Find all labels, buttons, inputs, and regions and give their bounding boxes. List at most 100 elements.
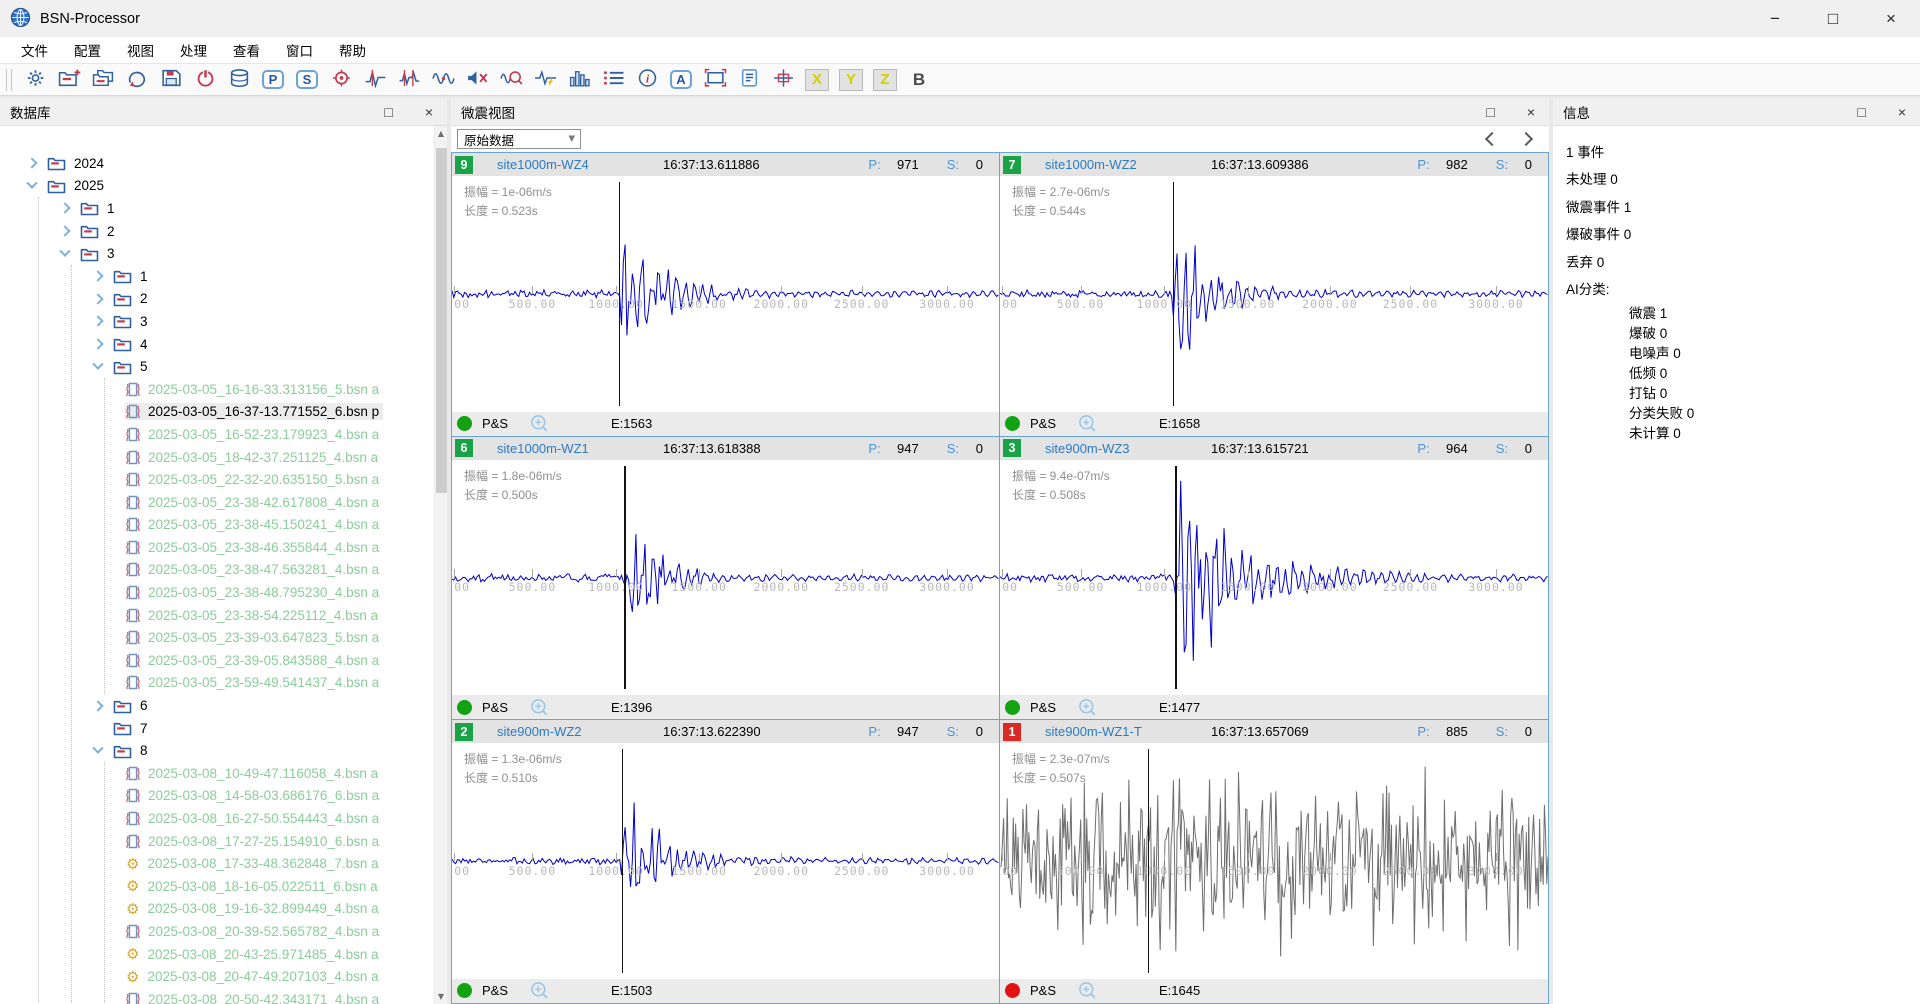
database-button[interactable] xyxy=(222,67,256,93)
pick-p-wave-button[interactable] xyxy=(358,67,392,93)
tree-folder[interactable]: 1 xyxy=(59,197,434,220)
chevron-collapsed-icon[interactable] xyxy=(59,203,70,214)
tree-file[interactable]: 2025-03-05_23-38-42.617808_4.bsn a xyxy=(125,491,434,514)
close-button[interactable]: × xyxy=(1862,0,1920,37)
p-pick-line[interactable] xyxy=(622,749,623,973)
axis-z-button[interactable]: Z xyxy=(868,67,902,93)
tree-file[interactable]: 2025-03-05_16-37-13.771552_6.bsn p xyxy=(125,401,434,424)
waveform-plot[interactable]: 振幅 = 2.7e-06m/s 长度 = 0.544s 00500.001000… xyxy=(1000,176,1548,412)
waveform-plot[interactable]: 振幅 = 1.8e-06m/s 长度 = 0.500s 00500.001000… xyxy=(452,460,999,696)
chevron-collapsed-icon[interactable] xyxy=(59,225,70,236)
save-report-button[interactable] xyxy=(154,67,188,93)
tree-folder[interactable]: 2025 xyxy=(26,175,434,198)
menu-item-config[interactable]: 配置 xyxy=(61,36,114,64)
ps-toggle[interactable]: P&S xyxy=(1030,700,1056,715)
tree-file[interactable]: 2025-03-05_16-52-23.179923_4.bsn a xyxy=(125,423,434,446)
zoom-in-icon[interactable] xyxy=(530,981,549,1000)
zoom-in-icon[interactable] xyxy=(1078,414,1097,433)
tree-file[interactable]: ⚙2025-03-08_18-16-05.022511_6.bsn a xyxy=(125,875,434,898)
p-phase-button[interactable]: P xyxy=(256,67,290,93)
tree-file[interactable]: ⚙2025-03-08_20-43-25.971485_4.bsn a xyxy=(125,943,434,966)
chevron-collapsed-icon[interactable] xyxy=(92,271,103,282)
chevron-collapsed-icon[interactable] xyxy=(92,700,103,711)
menu-item-inspect[interactable]: 查看 xyxy=(220,36,273,64)
scroll-up-icon[interactable]: ▲ xyxy=(435,126,447,141)
panel-float-icon[interactable]: □ xyxy=(1486,104,1494,120)
tree-file[interactable]: 2025-03-05_23-59-49.541437_4.bsn a xyxy=(125,672,434,695)
add-folder-button[interactable] xyxy=(52,67,86,93)
panel-float-icon[interactable]: □ xyxy=(384,104,392,120)
tree-scrollbar[interactable]: ▲ ▼ xyxy=(434,126,447,1004)
waveform-plot[interactable]: 振幅 = 2.3e-07m/s 长度 = 0.507s 00500.001000… xyxy=(1000,743,1548,979)
waveform-plot[interactable]: 振幅 = 1.3e-06m/s 长度 = 0.510s 00500.001000… xyxy=(452,743,999,979)
auto-label-button[interactable]: A xyxy=(664,67,698,93)
tree-folder[interactable]: 1 xyxy=(92,265,434,288)
scrollbar-thumb[interactable] xyxy=(436,148,447,493)
tree-file[interactable]: 2025-03-08_20-39-52.565782_4.bsn a xyxy=(125,920,434,943)
channel-name[interactable]: site1000m-WZ2 xyxy=(1045,157,1211,172)
bold-button[interactable]: B xyxy=(902,67,936,93)
tree-file[interactable]: 2025-03-08_10-49-47.116058_4.bsn a xyxy=(125,762,434,785)
open-folders-button[interactable] xyxy=(86,67,120,93)
tree-file[interactable]: 2025-03-05_18-42-37.251125_4.bsn a xyxy=(125,446,434,469)
ps-toggle[interactable]: P&S xyxy=(482,983,508,998)
tree-folder[interactable]: 5 xyxy=(92,355,434,378)
panel-float-icon[interactable]: □ xyxy=(1857,104,1865,120)
tree-file[interactable]: 2025-03-05_23-38-45.150241_4.bsn a xyxy=(125,514,434,537)
ps-toggle[interactable]: P&S xyxy=(482,700,508,715)
channel-name[interactable]: site900m-WZ1-T xyxy=(1045,724,1211,739)
tree-folder[interactable]: 7 xyxy=(92,717,434,740)
menu-item-process[interactable]: 处理 xyxy=(167,36,220,64)
axis-y-button[interactable]: Y xyxy=(834,67,868,93)
p-pick-line[interactable] xyxy=(1175,466,1176,690)
crosshair-button[interactable] xyxy=(766,67,800,93)
menu-item-view[interactable]: 视图 xyxy=(114,36,167,64)
info-button[interactable]: i xyxy=(630,67,664,93)
mute-channel-button[interactable] xyxy=(460,67,494,93)
prev-event-button[interactable] xyxy=(1485,132,1499,146)
tree-file[interactable]: ⚙2025-03-08_19-16-32.899449_4.bsn a xyxy=(125,898,434,921)
tree-file[interactable]: 2025-03-05_16-16-33.313156_5.bsn a xyxy=(125,378,434,401)
tree-file[interactable]: 2025-03-05_23-38-54.225112_4.bsn a xyxy=(125,604,434,627)
chevron-expanded-icon[interactable] xyxy=(92,358,103,369)
tree-file[interactable]: 2025-03-05_23-38-48.795230_4.bsn a xyxy=(125,581,434,604)
power-button[interactable] xyxy=(188,67,222,93)
tree-folder[interactable]: 3 xyxy=(92,310,434,333)
menu-item-file[interactable]: 文件 xyxy=(8,36,61,64)
zoom-in-icon[interactable] xyxy=(1078,698,1097,717)
p-pick-line[interactable] xyxy=(619,182,620,406)
tree-file[interactable]: ⚙2025-03-08_20-47-49.207103_4.bsn a xyxy=(125,965,434,988)
locate-event-button[interactable] xyxy=(324,67,358,93)
waveform-plot[interactable]: 振幅 = 1e-06m/s 长度 = 0.523s 00500.001000.0… xyxy=(452,176,999,412)
ps-toggle[interactable]: P&S xyxy=(1030,416,1056,431)
report-button[interactable] xyxy=(732,67,766,93)
zoom-in-icon[interactable] xyxy=(530,698,549,717)
select-region-button[interactable] xyxy=(698,67,732,93)
histogram-button[interactable] xyxy=(562,67,596,93)
tree-folder[interactable]: 2 xyxy=(92,288,434,311)
panel-close-icon[interactable]: × xyxy=(1898,104,1906,120)
smooth-wave-button[interactable] xyxy=(426,67,460,93)
tree-file[interactable]: 2025-03-05_23-39-03.647823_5.bsn a xyxy=(125,626,434,649)
chevron-expanded-icon[interactable] xyxy=(26,177,37,188)
tree-folder[interactable]: 6 xyxy=(92,694,434,717)
panel-close-icon[interactable]: × xyxy=(1527,104,1535,120)
tree-file[interactable]: 2025-03-08_16-27-50.554443_4.bsn a xyxy=(125,807,434,830)
next-event-button[interactable] xyxy=(1519,132,1533,146)
tree-folder[interactable]: 4 xyxy=(92,333,434,356)
channel-name[interactable]: site1000m-WZ4 xyxy=(497,157,663,172)
p-pick-line[interactable] xyxy=(624,466,625,690)
chevron-collapsed-icon[interactable] xyxy=(92,338,103,349)
event-list-button[interactable] xyxy=(596,67,630,93)
tree-folder[interactable]: 8 xyxy=(92,739,434,762)
pick-s-wave-button[interactable] xyxy=(392,67,426,93)
scroll-down-icon[interactable]: ▼ xyxy=(435,989,447,1004)
zoom-in-icon[interactable] xyxy=(530,414,549,433)
maximize-button[interactable]: □ xyxy=(1804,0,1862,37)
channel-name[interactable]: site1000m-WZ1 xyxy=(497,441,663,456)
tree-file[interactable]: 2025-03-08_20-50-42.343171_4.bsn a xyxy=(125,988,434,1004)
tree-folder[interactable]: 3 xyxy=(59,242,434,265)
s-phase-button[interactable]: S xyxy=(290,67,324,93)
tree-file[interactable]: 2025-03-05_23-38-47.563281_4.bsn a xyxy=(125,559,434,582)
chevron-collapsed-icon[interactable] xyxy=(92,316,103,327)
